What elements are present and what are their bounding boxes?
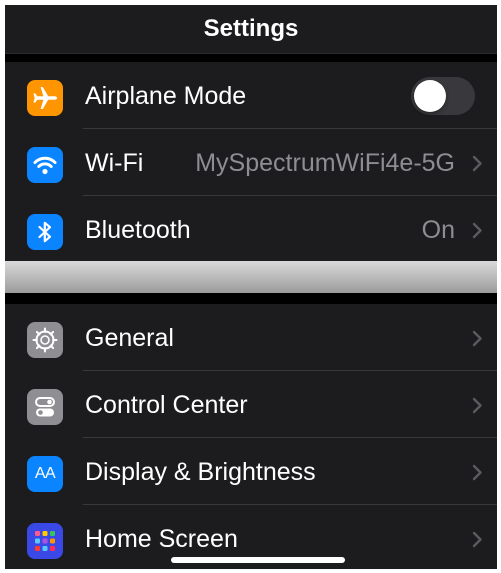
airplane-icon (27, 80, 63, 116)
settings-row-airplane-mode[interactable]: Airplane Mode (5, 62, 497, 129)
chevron-right-icon (472, 155, 482, 172)
chevron-right-icon (472, 222, 482, 239)
bluetooth-icon (27, 214, 63, 250)
wifi-network-value: MySpectrumWiFi4e-5G (195, 149, 455, 177)
gear-icon (27, 322, 63, 358)
settings-row-label: Display & Brightness (85, 458, 316, 486)
settings-row-label: Bluetooth (85, 216, 191, 244)
airplane-mode-toggle[interactable] (411, 77, 475, 115)
section-gap (5, 261, 497, 293)
toggle-knob (414, 80, 446, 112)
app-grid-icon (27, 523, 63, 559)
settings-row-bluetooth[interactable]: Bluetooth On (5, 196, 497, 263)
chevron-right-icon (472, 397, 482, 414)
chevron-right-icon (472, 531, 482, 548)
settings-row-label: Airplane Mode (85, 82, 247, 110)
settings-row-label: Home Screen (85, 525, 238, 553)
settings-row-label: Control Center (85, 391, 248, 419)
text-size-icon: AA (27, 456, 63, 492)
page-title: Settings (203, 15, 299, 42)
settings-row-display-brightness[interactable]: AA Display & Brightness (5, 438, 497, 505)
settings-row-label: Wi-Fi (85, 149, 144, 177)
general-group: General Control Center AA Display & Brig… (5, 304, 497, 569)
navigation-bar: Settings (5, 5, 497, 54)
settings-row-wifi[interactable]: Wi-Fi MySpectrumWiFi4e-5G (5, 129, 497, 196)
settings-row-general[interactable]: General (5, 304, 497, 371)
settings-screen: Settings Airplane Mode Wi-Fi MySpectrumW… (5, 5, 497, 569)
wifi-icon (27, 147, 63, 183)
settings-row-label: General (85, 324, 174, 352)
bluetooth-status-value: On (421, 216, 455, 244)
chevron-right-icon (472, 464, 482, 481)
connectivity-group: Airplane Mode Wi-Fi MySpectrumWiFi4e-5G (5, 62, 497, 263)
switches-icon (27, 389, 63, 425)
home-indicator[interactable] (171, 557, 345, 563)
settings-row-control-center[interactable]: Control Center (5, 371, 497, 438)
chevron-right-icon (472, 330, 482, 347)
text-size-glyph: AA (34, 465, 56, 482)
